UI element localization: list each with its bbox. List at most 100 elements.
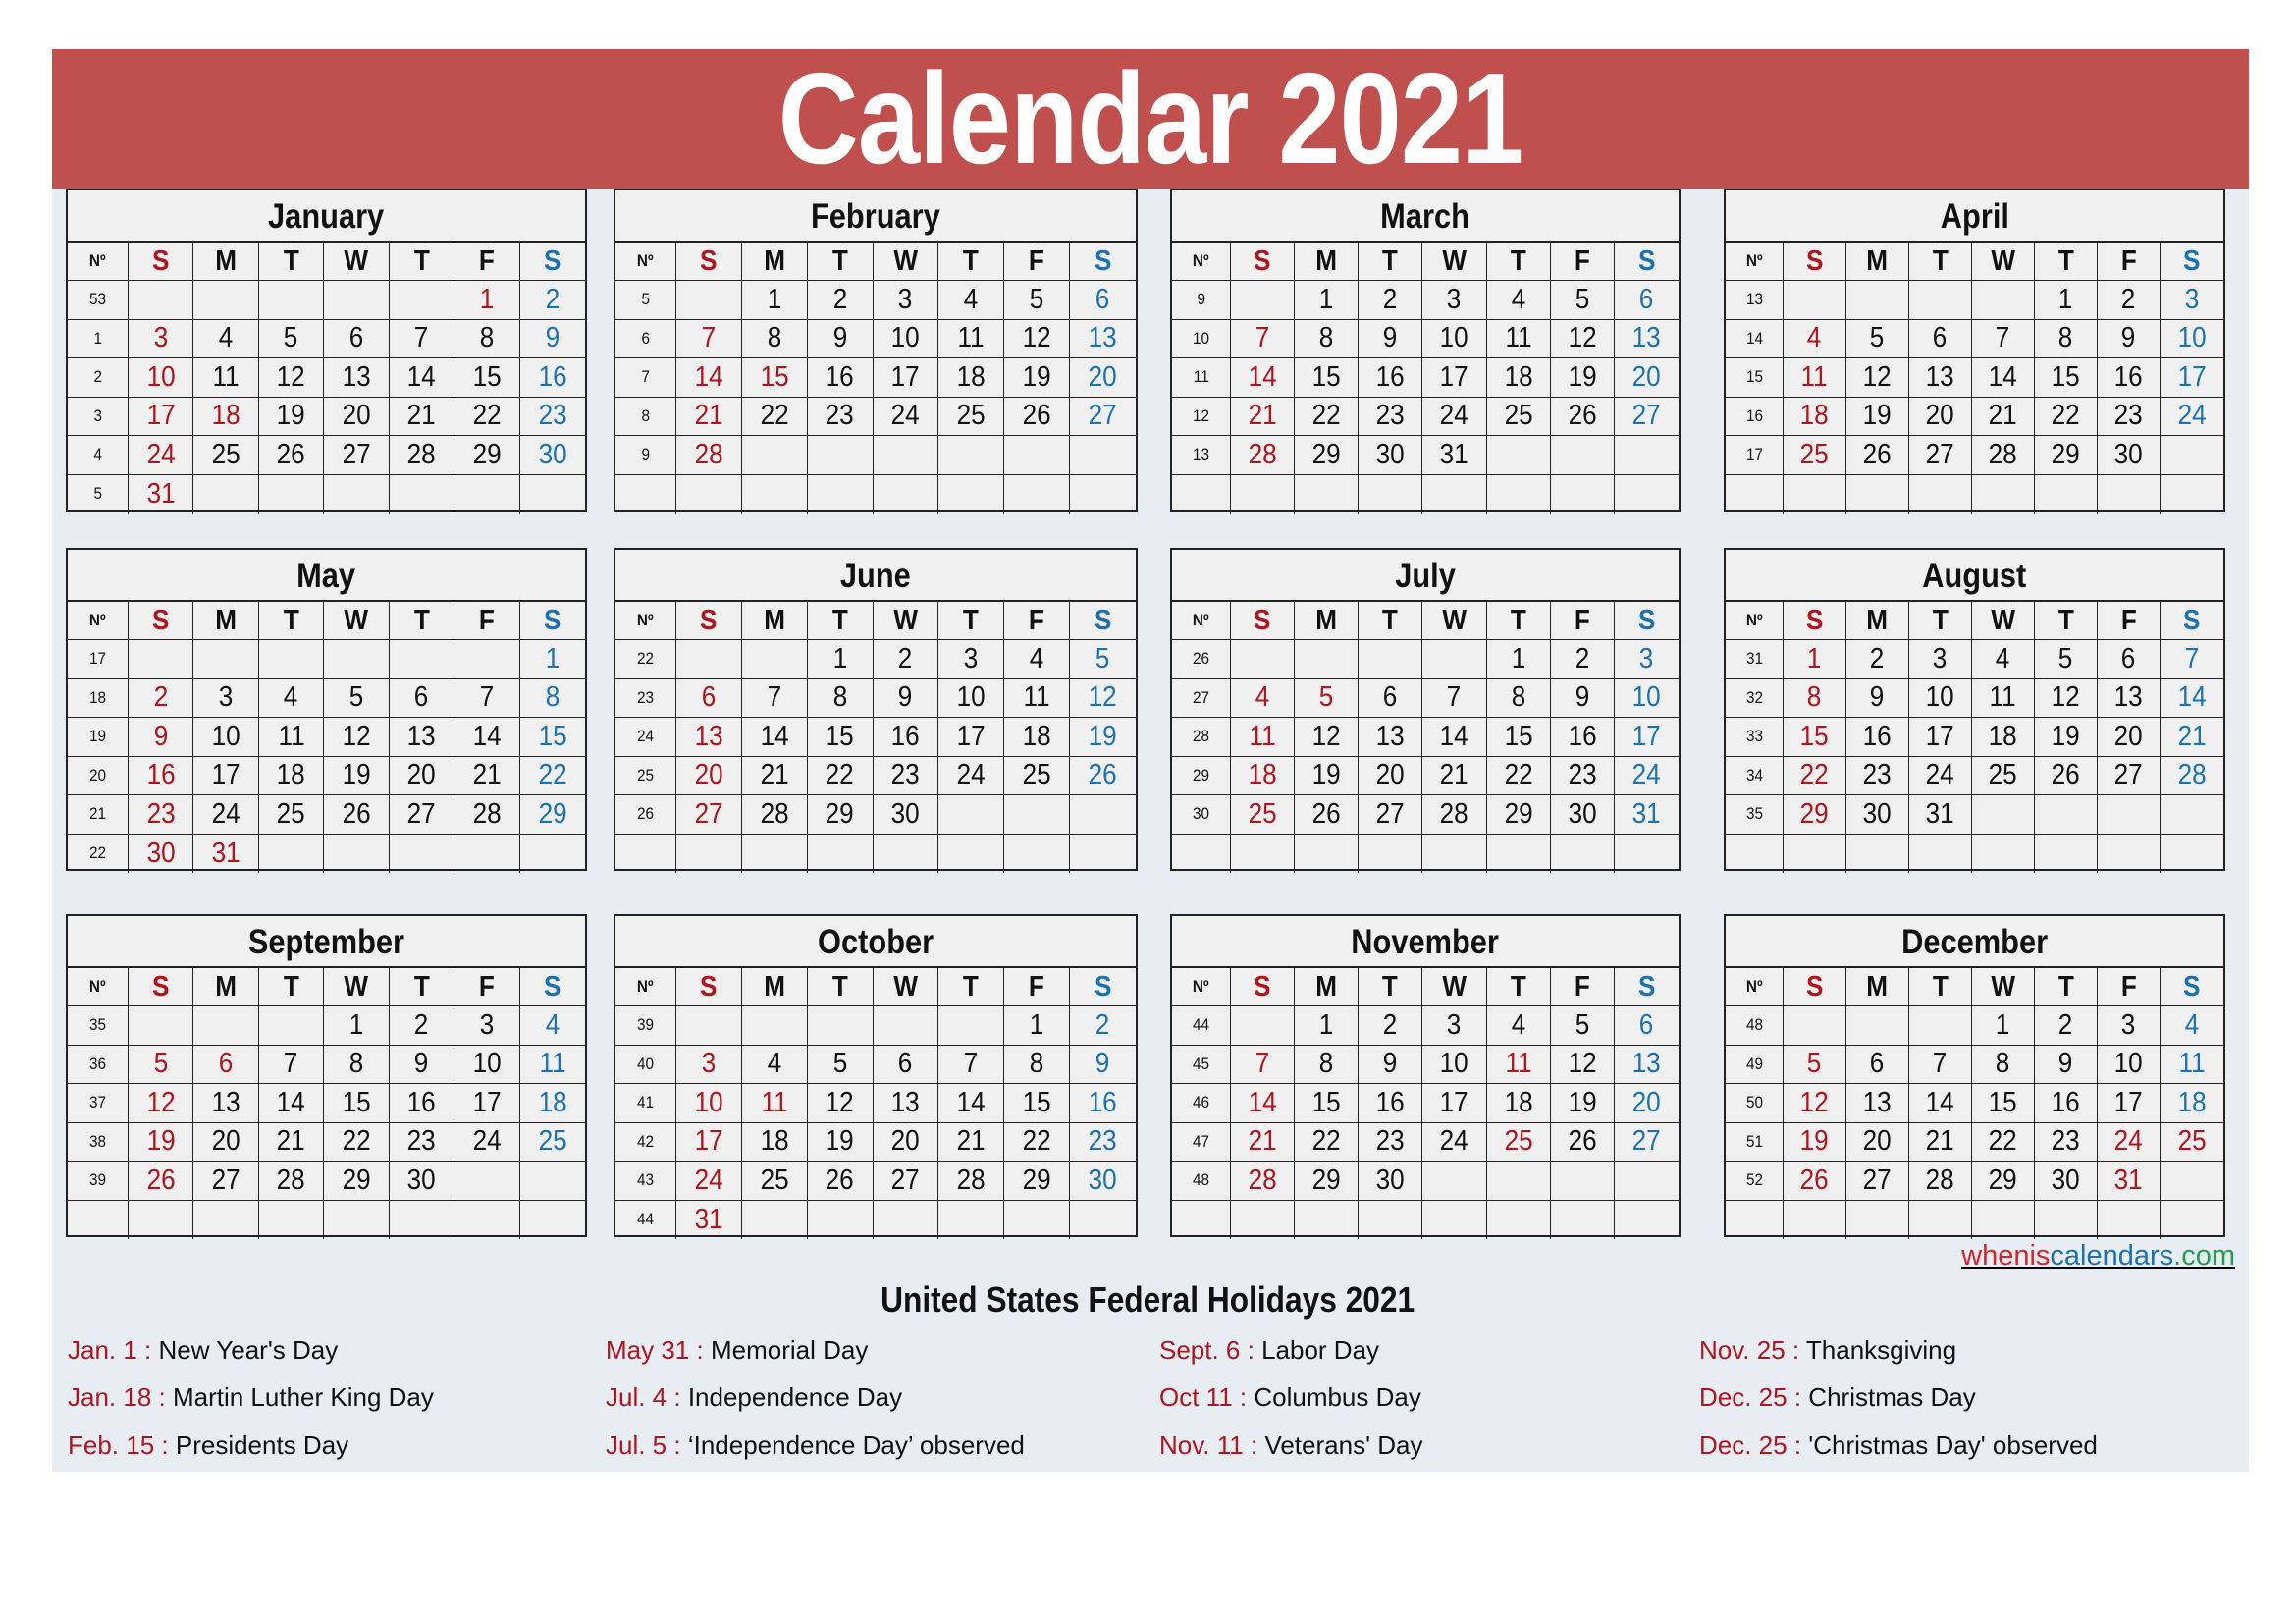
week-number: 39 xyxy=(615,1006,676,1045)
weekday-header-label: W xyxy=(893,244,918,277)
day-cell: 2 xyxy=(1551,640,1615,678)
day-number: 30 xyxy=(1375,438,1405,470)
day-number: 17 xyxy=(211,759,240,791)
day-cell: 1 xyxy=(808,640,874,678)
day-number: 19 xyxy=(146,1125,176,1158)
day-number: 18 xyxy=(956,360,986,393)
day-number: 27 xyxy=(406,797,436,830)
holidays-title-text: United States Federal Holidays 2021 xyxy=(881,1279,1415,1320)
weekday-header-label: M xyxy=(763,970,785,1002)
day-number: 20 xyxy=(211,1125,240,1158)
week-number-text: 23 xyxy=(636,687,655,707)
week-row: 17 1 xyxy=(68,640,585,679)
day-number: 20 xyxy=(406,759,436,791)
month-title: December xyxy=(1726,916,2223,968)
day-number: 21 xyxy=(1925,1125,1955,1158)
day-number: 17 xyxy=(694,1125,723,1158)
weekday-header-label: S xyxy=(700,244,718,277)
week-row: 34 22 23 24 25 26 27 28 xyxy=(1726,756,2223,795)
day-cell: 27 xyxy=(874,1162,939,1200)
day-cell: 4 xyxy=(520,1006,585,1045)
day-cell: 5 xyxy=(1295,678,1360,717)
empty-cell xyxy=(938,436,1005,474)
day-number: 12 xyxy=(2051,681,2081,714)
weekday-header-label: W xyxy=(1991,244,2015,277)
day-cell: 3 xyxy=(193,678,259,717)
week-row: 27 4 5 6 7 8 9 10 xyxy=(1172,678,1679,718)
week-number: 9 xyxy=(1172,281,1231,319)
day-number: 12 xyxy=(1568,1048,1597,1080)
month-grid: Nº S M T W T F S 9 1 2 3 4 5 6 10 7 8 9 10 11 12 13 11 14 15 16 17 1… xyxy=(1172,243,1679,514)
week-row: 44 1 2 3 4 5 6 xyxy=(1172,1006,1679,1046)
day-cell: 9 xyxy=(1359,319,1423,357)
week-number: 29 xyxy=(1172,756,1231,794)
day-cell: 19 xyxy=(129,1122,194,1161)
day-number: 18 xyxy=(1988,720,2018,752)
day-number: 7 xyxy=(479,681,495,714)
day-number: 28 xyxy=(406,438,436,470)
weekday-header-label: T xyxy=(1510,970,1526,1002)
day-number: 2 xyxy=(1870,642,1885,675)
empty-cell xyxy=(2161,835,2223,874)
day-number: 1 xyxy=(1511,642,1525,675)
empty-cell xyxy=(808,1006,874,1045)
day-cell: 3 xyxy=(1422,281,1487,319)
day-number: 12 xyxy=(1862,360,1893,393)
day-cell: 7 xyxy=(259,1045,325,1083)
weekday-header-label: F xyxy=(2120,970,2137,1002)
holiday-name: ‘Independence Day’ observed xyxy=(687,1431,1025,1460)
day-number: 21 xyxy=(277,1125,306,1158)
website-link[interactable]: wheniscalendars.com xyxy=(1961,1240,2235,1272)
weekday-header-label: Nº xyxy=(1193,977,1209,996)
day-cell: 24 xyxy=(874,397,939,435)
week-row: 43 24 25 26 27 28 29 30 xyxy=(615,1162,1136,1201)
week-number: 16 xyxy=(1726,397,1784,435)
day-cell: 20 xyxy=(193,1122,259,1161)
month-name: December xyxy=(1901,923,2048,961)
week-number-text: 37 xyxy=(88,1093,107,1112)
day-cell: 5 xyxy=(1784,1045,1846,1083)
day-number: 8 xyxy=(479,322,495,354)
day-number: 22 xyxy=(538,759,567,791)
week-row: 40 3 4 5 6 7 8 9 xyxy=(615,1045,1136,1084)
week-number: 11 xyxy=(1172,358,1231,397)
week-number-header: Nº xyxy=(1172,602,1231,639)
day-number: 8 xyxy=(545,681,561,714)
week-number-text: 9 xyxy=(641,445,650,464)
holiday-date: 31 xyxy=(2113,1164,2144,1196)
week-row: 22 30 31 xyxy=(68,834,585,873)
empty-cell xyxy=(1487,474,1551,514)
week-row: 50 12 13 14 15 16 17 18 xyxy=(1726,1084,2223,1123)
day-cell: 18 xyxy=(1231,756,1296,794)
day-number: 9 xyxy=(1575,681,1590,714)
empty-cell xyxy=(454,474,520,514)
week-number: 41 xyxy=(615,1084,676,1122)
day-cell: 27 xyxy=(193,1162,259,1200)
day-cell: 26 xyxy=(808,1162,874,1200)
day-number: 2 xyxy=(832,283,847,315)
day-number: 30 xyxy=(2113,438,2144,470)
week-number-header: Nº xyxy=(615,602,676,639)
day-number: 15 xyxy=(538,720,567,752)
weekday-header: M xyxy=(742,243,808,280)
day-number: 22 xyxy=(1504,759,1533,791)
empty-cell xyxy=(324,474,390,514)
month-name: May xyxy=(296,557,356,595)
day-cell: 31 xyxy=(193,834,259,873)
empty-cell xyxy=(193,1006,259,1045)
week-row: 14 4 5 6 7 8 9 10 xyxy=(1726,319,2223,358)
day-number: 22 xyxy=(826,759,855,791)
day-cell: 30 xyxy=(1359,1162,1423,1200)
page-title: Calendar 2021 xyxy=(52,54,2249,184)
day-cell: 25 xyxy=(520,1123,585,1162)
week-number-header: Nº xyxy=(615,243,676,280)
day-cell: 16 xyxy=(2035,1084,2098,1122)
weekday-header-label: F xyxy=(1574,604,1590,636)
week-row: 48 1 2 3 4 xyxy=(1726,1006,2223,1046)
day-cell: 15 xyxy=(520,718,585,756)
day-cell: 27 xyxy=(676,795,742,834)
weekday-header-row: Nº S M T W T F S xyxy=(615,243,1136,281)
day-number: 24 xyxy=(694,1164,723,1196)
day-cell: 16 xyxy=(390,1084,455,1122)
weekday-header-label: W xyxy=(1442,970,1467,1002)
